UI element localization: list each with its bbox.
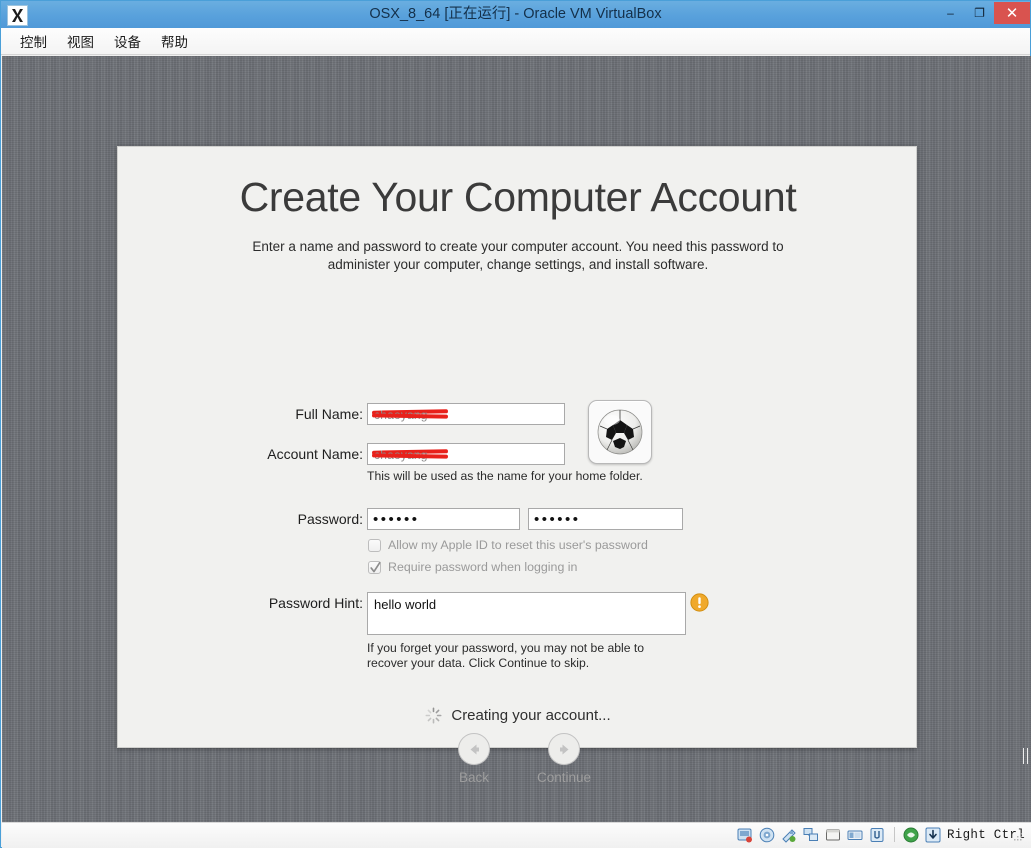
screenshot-root: OSX_8_64 [正在运行] - Oracle VM VirtualBox –… [0, 0, 1031, 848]
video-capture-icon[interactable] [903, 826, 920, 843]
account-name-redaction: chaoyang [372, 448, 448, 462]
text-caret [1023, 748, 1028, 764]
guest-screen[interactable]: Create Your Computer Account Enter a nam… [2, 56, 1031, 822]
usb-icon[interactable] [869, 826, 886, 843]
close-icon: ✕ [1005, 4, 1019, 22]
virtualbox-window: OSX_8_64 [正在运行] - Oracle VM VirtualBox –… [0, 0, 1031, 848]
label-full-name: Full Name: [295, 406, 363, 422]
continue-button-label: Continue [536, 770, 592, 785]
status-icon-group: Right Ctrl [737, 826, 1025, 843]
status-text: Creating your account... [451, 707, 611, 724]
maximize-icon: ❐ [974, 6, 985, 20]
page-title: Create Your Computer Account [239, 174, 797, 220]
account-name-input[interactable]: chaoyang [367, 443, 565, 465]
home-folder-helper-text: This will be used as the name for your h… [367, 469, 643, 483]
status-row: Creating your account... [118, 707, 918, 724]
label-account-name: Account Name: [267, 446, 363, 462]
label-password: Password: [297, 511, 363, 527]
window-titlebar[interactable]: OSX_8_64 [正在运行] - Oracle VM VirtualBox –… [1, 1, 1030, 29]
soccer-ball-avatar-icon [595, 407, 645, 457]
maximize-button[interactable]: ❐ [965, 2, 994, 24]
continue-button[interactable]: Continue [522, 733, 606, 785]
close-button[interactable]: ✕ [994, 2, 1030, 24]
arrow-right-icon [548, 733, 580, 765]
minimize-icon: – [947, 6, 954, 20]
installer-panel: Create Your Computer Account Enter a nam… [117, 146, 918, 785]
password-input[interactable]: •••••• [367, 508, 520, 530]
password-verify-value: •••••• [534, 511, 581, 528]
window-title: OSX_8_64 [正在运行] - Oracle VM VirtualBox [369, 6, 662, 22]
full-name-redaction: chaoyang [372, 408, 448, 422]
virtualbox-statusbar: Right Ctrl [2, 822, 1031, 848]
optical-disk-icon[interactable] [759, 826, 776, 843]
back-button[interactable]: Back [432, 733, 516, 785]
checkbox-require-password[interactable]: Require password when logging in [368, 560, 577, 574]
minimize-button[interactable]: – [936, 2, 965, 24]
shared-folders-icon[interactable] [825, 826, 842, 843]
menubar: 控制 视图 设备 帮助 [1, 28, 1030, 55]
network-adapter-icon[interactable] [803, 826, 820, 843]
full-name-input[interactable]: chaoyang [367, 403, 565, 425]
checkbox-apple-id-reset-label: Allow my Apple ID to reset this user's p… [388, 538, 648, 552]
checkbox-require-password-label: Require password when logging in [388, 560, 578, 574]
menu-view[interactable]: 视图 [58, 28, 103, 54]
password-hint-value: hello world [374, 597, 437, 612]
account-name-ghost-text: chaoyang [374, 448, 428, 462]
host-key-icon[interactable] [925, 826, 942, 843]
display-icon[interactable] [847, 826, 864, 843]
statusbar-separator [893, 827, 895, 842]
resize-grip[interactable] [1011, 830, 1023, 842]
warning-exclamation-icon [690, 593, 709, 612]
menu-help[interactable]: 帮助 [152, 28, 197, 54]
loading-spinner-icon [425, 707, 442, 724]
password-hint-input[interactable]: hello world [367, 592, 686, 635]
checkbox-apple-id-reset[interactable]: Allow my Apple ID to reset this user's p… [368, 538, 648, 552]
avatar[interactable] [588, 400, 652, 464]
label-password-hint: Password Hint: [268, 595, 363, 611]
password-verify-input[interactable]: •••••• [528, 508, 683, 530]
full-name-ghost-text: chaoyang [374, 408, 428, 422]
back-button-label: Back [458, 770, 489, 785]
arrow-left-icon [458, 733, 490, 765]
checkbox-checked-icon [368, 560, 381, 574]
floppy-disk-icon[interactable] [781, 826, 798, 843]
checkbox-unchecked-icon [368, 538, 381, 552]
menu-control[interactable]: 控制 [11, 28, 56, 54]
page-subtitle: Enter a name and password to create your… [252, 239, 784, 272]
password-value: •••••• [373, 511, 420, 528]
hard-disk-icon[interactable] [737, 826, 754, 843]
password-hint-helper-text: If you forget your password, you may not… [367, 641, 645, 670]
menu-devices[interactable]: 设备 [105, 28, 150, 54]
